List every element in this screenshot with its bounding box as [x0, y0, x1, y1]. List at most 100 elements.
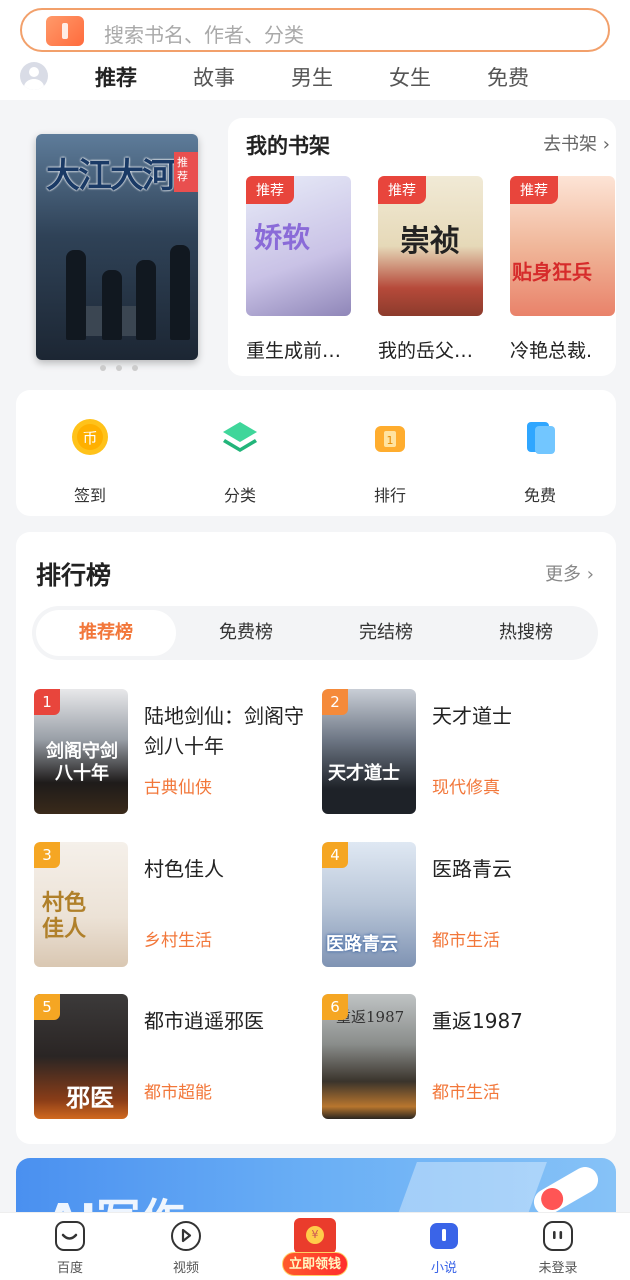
trophy-icon: 1	[371, 418, 409, 456]
banner-illustration	[102, 270, 122, 340]
cover-text: 贴身狂兵	[512, 260, 592, 284]
go-shelf-link[interactable]: 去书架 ›	[543, 130, 610, 156]
ranking-more-label: 更多	[545, 564, 582, 585]
nav-get-money[interactable]: ¥ 立即领钱	[282, 1218, 348, 1278]
avatar-icon[interactable]	[20, 62, 48, 90]
rank-number: 4	[322, 842, 348, 868]
carousel-dots	[100, 356, 148, 375]
yuan-coin-icon: ¥	[306, 1226, 324, 1244]
banner-cover[interactable]: 大江大河 推荐	[36, 134, 198, 360]
ranking-title: 排行榜	[36, 561, 112, 590]
nav-label: 视频	[172, 1261, 199, 1276]
book-genre: 都市生活	[432, 931, 500, 951]
tab-recommend[interactable]: 推荐	[95, 62, 137, 94]
cover-text: 娇软	[254, 221, 311, 254]
bookshelf-card: 我的书架 去书架 › 娇软 推荐 重生成前… 崇祯 推荐 我的岳父… 贴身狂兵 …	[228, 118, 616, 376]
rank-number: 2	[322, 689, 348, 715]
tab-story[interactable]: 故事	[193, 62, 235, 92]
ranking-more-link[interactable]: 更多 ›	[545, 560, 594, 586]
ai-writing-banner[interactable]: AI写作	[16, 1158, 616, 1218]
svg-text:1: 1	[387, 434, 394, 447]
shelf-title: 我的书架	[246, 134, 330, 158]
book-genre: 古典仙侠	[144, 778, 212, 798]
promo-label: 立即领钱	[282, 1252, 348, 1276]
nav-novel[interactable]: 小说	[404, 1221, 484, 1276]
quick-action-label: 免费	[523, 486, 556, 505]
book-genre: 都市生活	[432, 1083, 500, 1103]
shelf-book[interactable]: 崇祯 推荐 我的岳父…	[378, 176, 483, 363]
cover-text: 剑阁守剑 八十年	[46, 741, 118, 784]
chevron-right-icon: ›	[602, 134, 610, 155]
cover-text: 崇祯	[400, 224, 460, 259]
book-name: 村色佳人	[144, 857, 224, 881]
rank-number: 1	[34, 689, 60, 715]
quick-action-label: 签到	[73, 486, 106, 505]
red-envelope-icon: ¥	[294, 1218, 336, 1254]
cover-text: 邪医	[66, 1083, 114, 1112]
quick-action-free[interactable]: 免费	[500, 418, 580, 506]
ranking-item[interactable]: 医路青云 4 医路青云 都市生活	[322, 842, 602, 968]
book-cover: 崇祯 推荐	[378, 176, 483, 316]
play-icon	[171, 1221, 201, 1251]
ranking-item[interactable]: 重返1987 6 重返1987 都市生活	[322, 994, 602, 1120]
nav-label: 小说	[430, 1261, 457, 1276]
tab-recommend-list[interactable]: 推荐榜	[36, 610, 176, 656]
nav-label: 未登录	[538, 1261, 578, 1276]
recommend-badge: 推荐	[510, 176, 558, 204]
nav-label: 百度	[56, 1261, 83, 1276]
book-name: 都市逍遥邪医	[144, 1009, 264, 1033]
top-bar: 搜索书名、作者、分类 推荐 故事 男生 女生 免费	[0, 0, 630, 100]
rank-number: 5	[34, 994, 60, 1020]
shelf-book[interactable]: 贴身狂兵 推荐 冷艳总裁.	[510, 176, 615, 363]
ranking-card: 排行榜 更多 › 推荐榜 免费榜 完结榜 热搜榜 剑阁守剑 八十年 1 陆地剑仙…	[16, 532, 616, 1144]
banner-carousel[interactable]: 大江大河 推荐	[14, 118, 214, 371]
book-name: 医路青云	[432, 857, 512, 881]
ranking-item[interactable]: 村色 佳人 3 村色佳人 乡村生活	[34, 842, 314, 968]
tab-male[interactable]: 男生	[291, 62, 333, 92]
tab-finished-list[interactable]: 完结榜	[316, 610, 456, 656]
cover-text: 医路青云	[326, 934, 398, 955]
banner-illustration	[136, 260, 156, 340]
svg-text:币: 币	[82, 429, 97, 447]
novel-logo-icon	[46, 16, 84, 46]
quick-action-checkin[interactable]: 币 签到	[50, 418, 130, 506]
ranking-item[interactable]: 邪医 5 都市逍遥邪医 都市超能	[34, 994, 314, 1120]
tab-free-list[interactable]: 免费榜	[176, 610, 316, 656]
nav-video[interactable]: 视频	[146, 1221, 226, 1276]
profile-face-icon	[543, 1221, 573, 1251]
book-name: 重生成前…	[246, 340, 342, 362]
banner-cover-title: 大江大河	[46, 156, 176, 196]
quick-action-ranking[interactable]: 1 排行	[350, 418, 430, 506]
go-shelf-label: 去书架	[543, 134, 598, 155]
recommend-badge: 推荐	[246, 176, 294, 204]
cover-text: 村色 佳人	[42, 890, 87, 942]
book-cover: 天才道士 2	[322, 689, 416, 814]
quick-action-category[interactable]: 分类	[200, 418, 280, 506]
tab-free[interactable]: 免费	[487, 62, 529, 92]
search-input[interactable]: 搜索书名、作者、分类	[20, 8, 610, 52]
tab-hot-search-list[interactable]: 热搜榜	[456, 610, 596, 656]
cube-illustration	[395, 1162, 547, 1218]
book-cover: 村色 佳人 3	[34, 842, 128, 967]
baidu-smile-icon	[55, 1221, 85, 1251]
tab-female[interactable]: 女生	[389, 62, 431, 92]
cover-text: 天才道士	[328, 763, 400, 784]
layers-icon	[221, 418, 259, 456]
quick-actions: 币 签到 分类 1 排行 免费	[16, 390, 616, 516]
nav-baidu[interactable]: 百度	[30, 1221, 110, 1276]
book-cover: 贴身狂兵 推荐	[510, 176, 615, 316]
book-genre: 乡村生活	[144, 931, 212, 951]
book-cover: 娇软 推荐	[246, 176, 351, 316]
ranking-item[interactable]: 天才道士 2 天才道士 现代修真	[322, 689, 602, 815]
search-placeholder: 搜索书名、作者、分类	[104, 23, 304, 47]
shelf-book[interactable]: 娇软 推荐 重生成前…	[246, 176, 351, 363]
nav-profile[interactable]: 未登录	[518, 1221, 598, 1276]
book-genre: 都市超能	[144, 1083, 212, 1103]
book-cover: 剑阁守剑 八十年 1	[34, 689, 128, 814]
quick-action-label: 分类	[223, 486, 256, 505]
ranking-item[interactable]: 剑阁守剑 八十年 1 陆地剑仙：剑阁守剑八十年 古典仙侠	[34, 689, 314, 815]
rank-number: 3	[34, 842, 60, 868]
book-name: 陆地剑仙：剑阁守剑八十年	[144, 704, 304, 758]
book-genre: 现代修真	[432, 778, 500, 798]
rank-number: 6	[322, 994, 348, 1020]
